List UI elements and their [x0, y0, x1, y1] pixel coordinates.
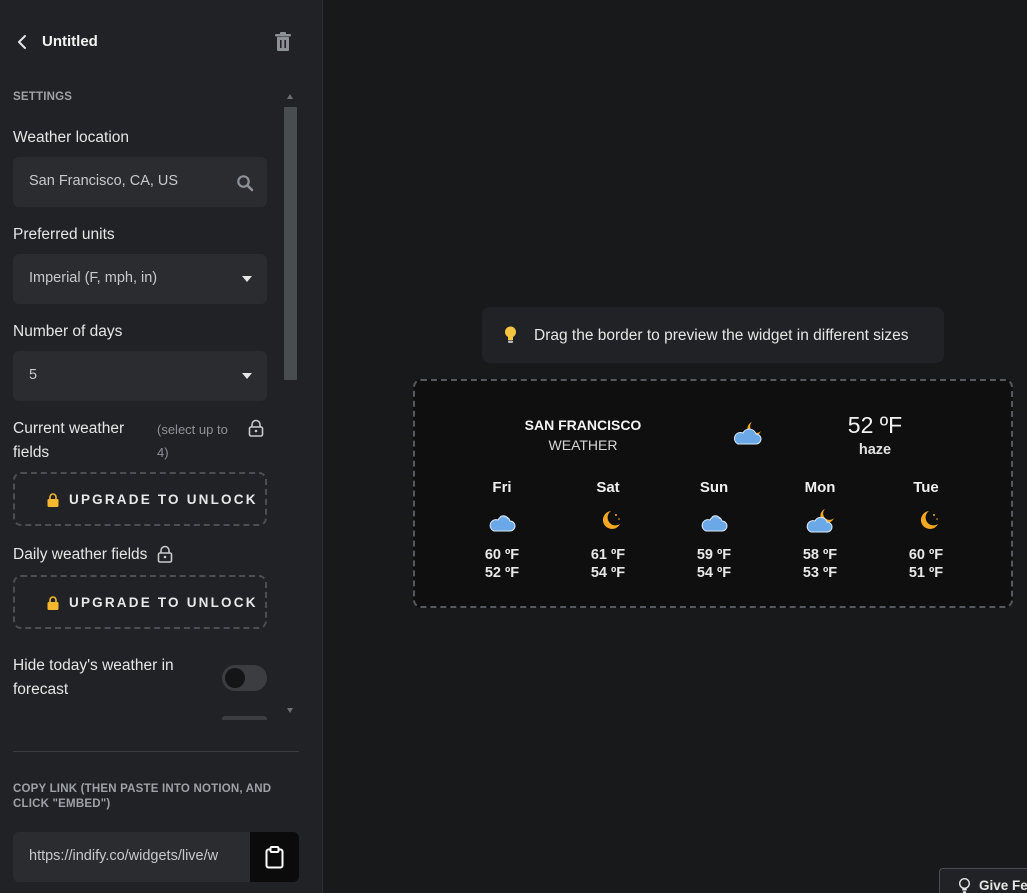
trash-icon[interactable] [274, 32, 292, 52]
widget-title[interactable]: Untitled [42, 33, 98, 50]
day-name: Sat [596, 479, 620, 496]
partly-cloudy-night-icon [733, 422, 762, 445]
forecast-day-tue: Tue 60 ºF 51 ºF [891, 479, 961, 589]
settings-section-label: SETTINGS [13, 91, 73, 103]
forecast-day-mon: Mon 58 ºF 53 ºF [785, 479, 855, 589]
resize-hint: Drag the border to preview the widget in… [482, 307, 944, 363]
current-fields-note-line2: 4) [157, 445, 169, 460]
moon-icon [602, 511, 620, 529]
day-high-temp: 61 ºF [590, 547, 626, 563]
day-low-temp: 52 ºF [484, 565, 520, 581]
forecast-day-sun: Sun 59 ºF 54 ºF [679, 479, 749, 589]
daily-fields-label: Daily weather fields [13, 546, 148, 563]
embed-link-value: https://indify.co/widgets/live/w [29, 848, 219, 864]
sidebar-header: Untitled [0, 0, 322, 84]
upgrade-label: UPGRADE TO UNLOCK [69, 595, 258, 610]
current-temperature: 52 ºF [847, 412, 903, 438]
sidebar-scrollbar[interactable] [284, 94, 297, 718]
moon-icon [920, 511, 938, 529]
give-feedback-label: Give Fe [979, 878, 1027, 893]
days-value: 5 [29, 367, 38, 383]
current-condition: haze [858, 442, 892, 458]
weather-widget-preview[interactable]: SAN FRANCISCO WEATHER 52 ºF haze Fri 60 º… [413, 379, 1013, 608]
next-toggle-partial[interactable] [222, 716, 267, 720]
hide-today-toggle[interactable] [222, 665, 267, 691]
settings-sidebar: Untitled SETTINGS Weather location San F… [0, 0, 323, 893]
lock-icon [248, 419, 264, 437]
upgrade-daily-fields-button[interactable]: UPGRADE TO UNLOCK [13, 575, 267, 629]
location-search-input[interactable]: San Francisco, CA, US [13, 157, 267, 207]
day-high-temp: 60 ºF [908, 547, 944, 563]
give-feedback-button[interactable]: Give Fe [939, 868, 1027, 893]
scroll-thumb[interactable] [284, 107, 297, 380]
forecast-day-fri: Fri 60 ºF 52 ºF [467, 479, 537, 589]
copy-link-button[interactable] [250, 832, 299, 882]
location-value: San Francisco, CA, US [29, 173, 179, 189]
day-name: Fri [492, 479, 512, 496]
city-name: SAN FRANCISCO [524, 417, 642, 433]
day-low-temp: 51 ºF [908, 565, 944, 581]
toggle-knob [225, 668, 245, 688]
scroll-down-arrow-icon[interactable] [287, 708, 293, 713]
forecast-day-sat: Sat 61 ºF 54 ºF [573, 479, 643, 589]
back-chevron-icon[interactable] [14, 33, 32, 51]
lock-icon [47, 596, 59, 610]
cloudy-icon [489, 515, 516, 532]
current-fields-label-line1: Current weather [13, 420, 125, 437]
day-high-temp: 59 ºF [696, 547, 732, 563]
partly-cloudy-night-icon [806, 509, 834, 533]
current-fields-note: (select up to 4) [157, 418, 228, 464]
units-value: Imperial (F, mph, in) [29, 270, 158, 286]
lightbulb-icon [959, 878, 970, 893]
hide-today-label-line2: forecast [13, 681, 69, 698]
copy-link-label: COPY LINK (THEN PASTE INTO NOTION, AND C… [13, 783, 272, 810]
day-high-temp: 60 ºF [484, 547, 520, 563]
hide-today-label: Hide today's weather in forecast [13, 654, 174, 702]
day-name: Tue [913, 479, 939, 496]
lock-icon [47, 493, 59, 507]
search-icon[interactable] [236, 174, 254, 192]
lightbulb-icon [505, 326, 516, 343]
current-fields-note-line1: (select up to [157, 422, 228, 437]
cloudy-icon [701, 515, 728, 532]
current-fields-label: Current weather fields [13, 417, 124, 465]
upgrade-current-fields-button[interactable]: UPGRADE TO UNLOCK [13, 472, 267, 526]
hide-today-label-line1: Hide today's weather in [13, 657, 174, 674]
chevron-down-icon [242, 373, 252, 379]
current-fields-label-line2: fields [13, 444, 50, 461]
chevron-down-icon [242, 276, 252, 282]
day-name: Sun [699, 479, 729, 496]
clipboard-icon [265, 846, 284, 869]
days-label: Number of days [13, 323, 123, 340]
scroll-up-arrow-icon[interactable] [287, 94, 293, 99]
divider [13, 751, 299, 752]
units-label: Preferred units [13, 226, 115, 243]
day-high-temp: 58 ºF [802, 547, 838, 563]
day-name: Mon [804, 479, 836, 496]
upgrade-label: UPGRADE TO UNLOCK [69, 492, 258, 507]
units-select[interactable]: Imperial (F, mph, in) [13, 254, 267, 304]
hint-text: Drag the border to preview the widget in… [534, 327, 909, 344]
days-select[interactable]: 5 [13, 351, 267, 401]
day-low-temp: 54 ºF [696, 565, 732, 581]
day-low-temp: 54 ºF [590, 565, 626, 581]
embed-link-input[interactable]: https://indify.co/widgets/live/w [13, 832, 253, 882]
day-low-temp: 53 ºF [802, 565, 838, 581]
city-subtitle: WEATHER [548, 437, 618, 453]
location-label: Weather location [13, 129, 130, 146]
lock-icon [157, 545, 173, 563]
